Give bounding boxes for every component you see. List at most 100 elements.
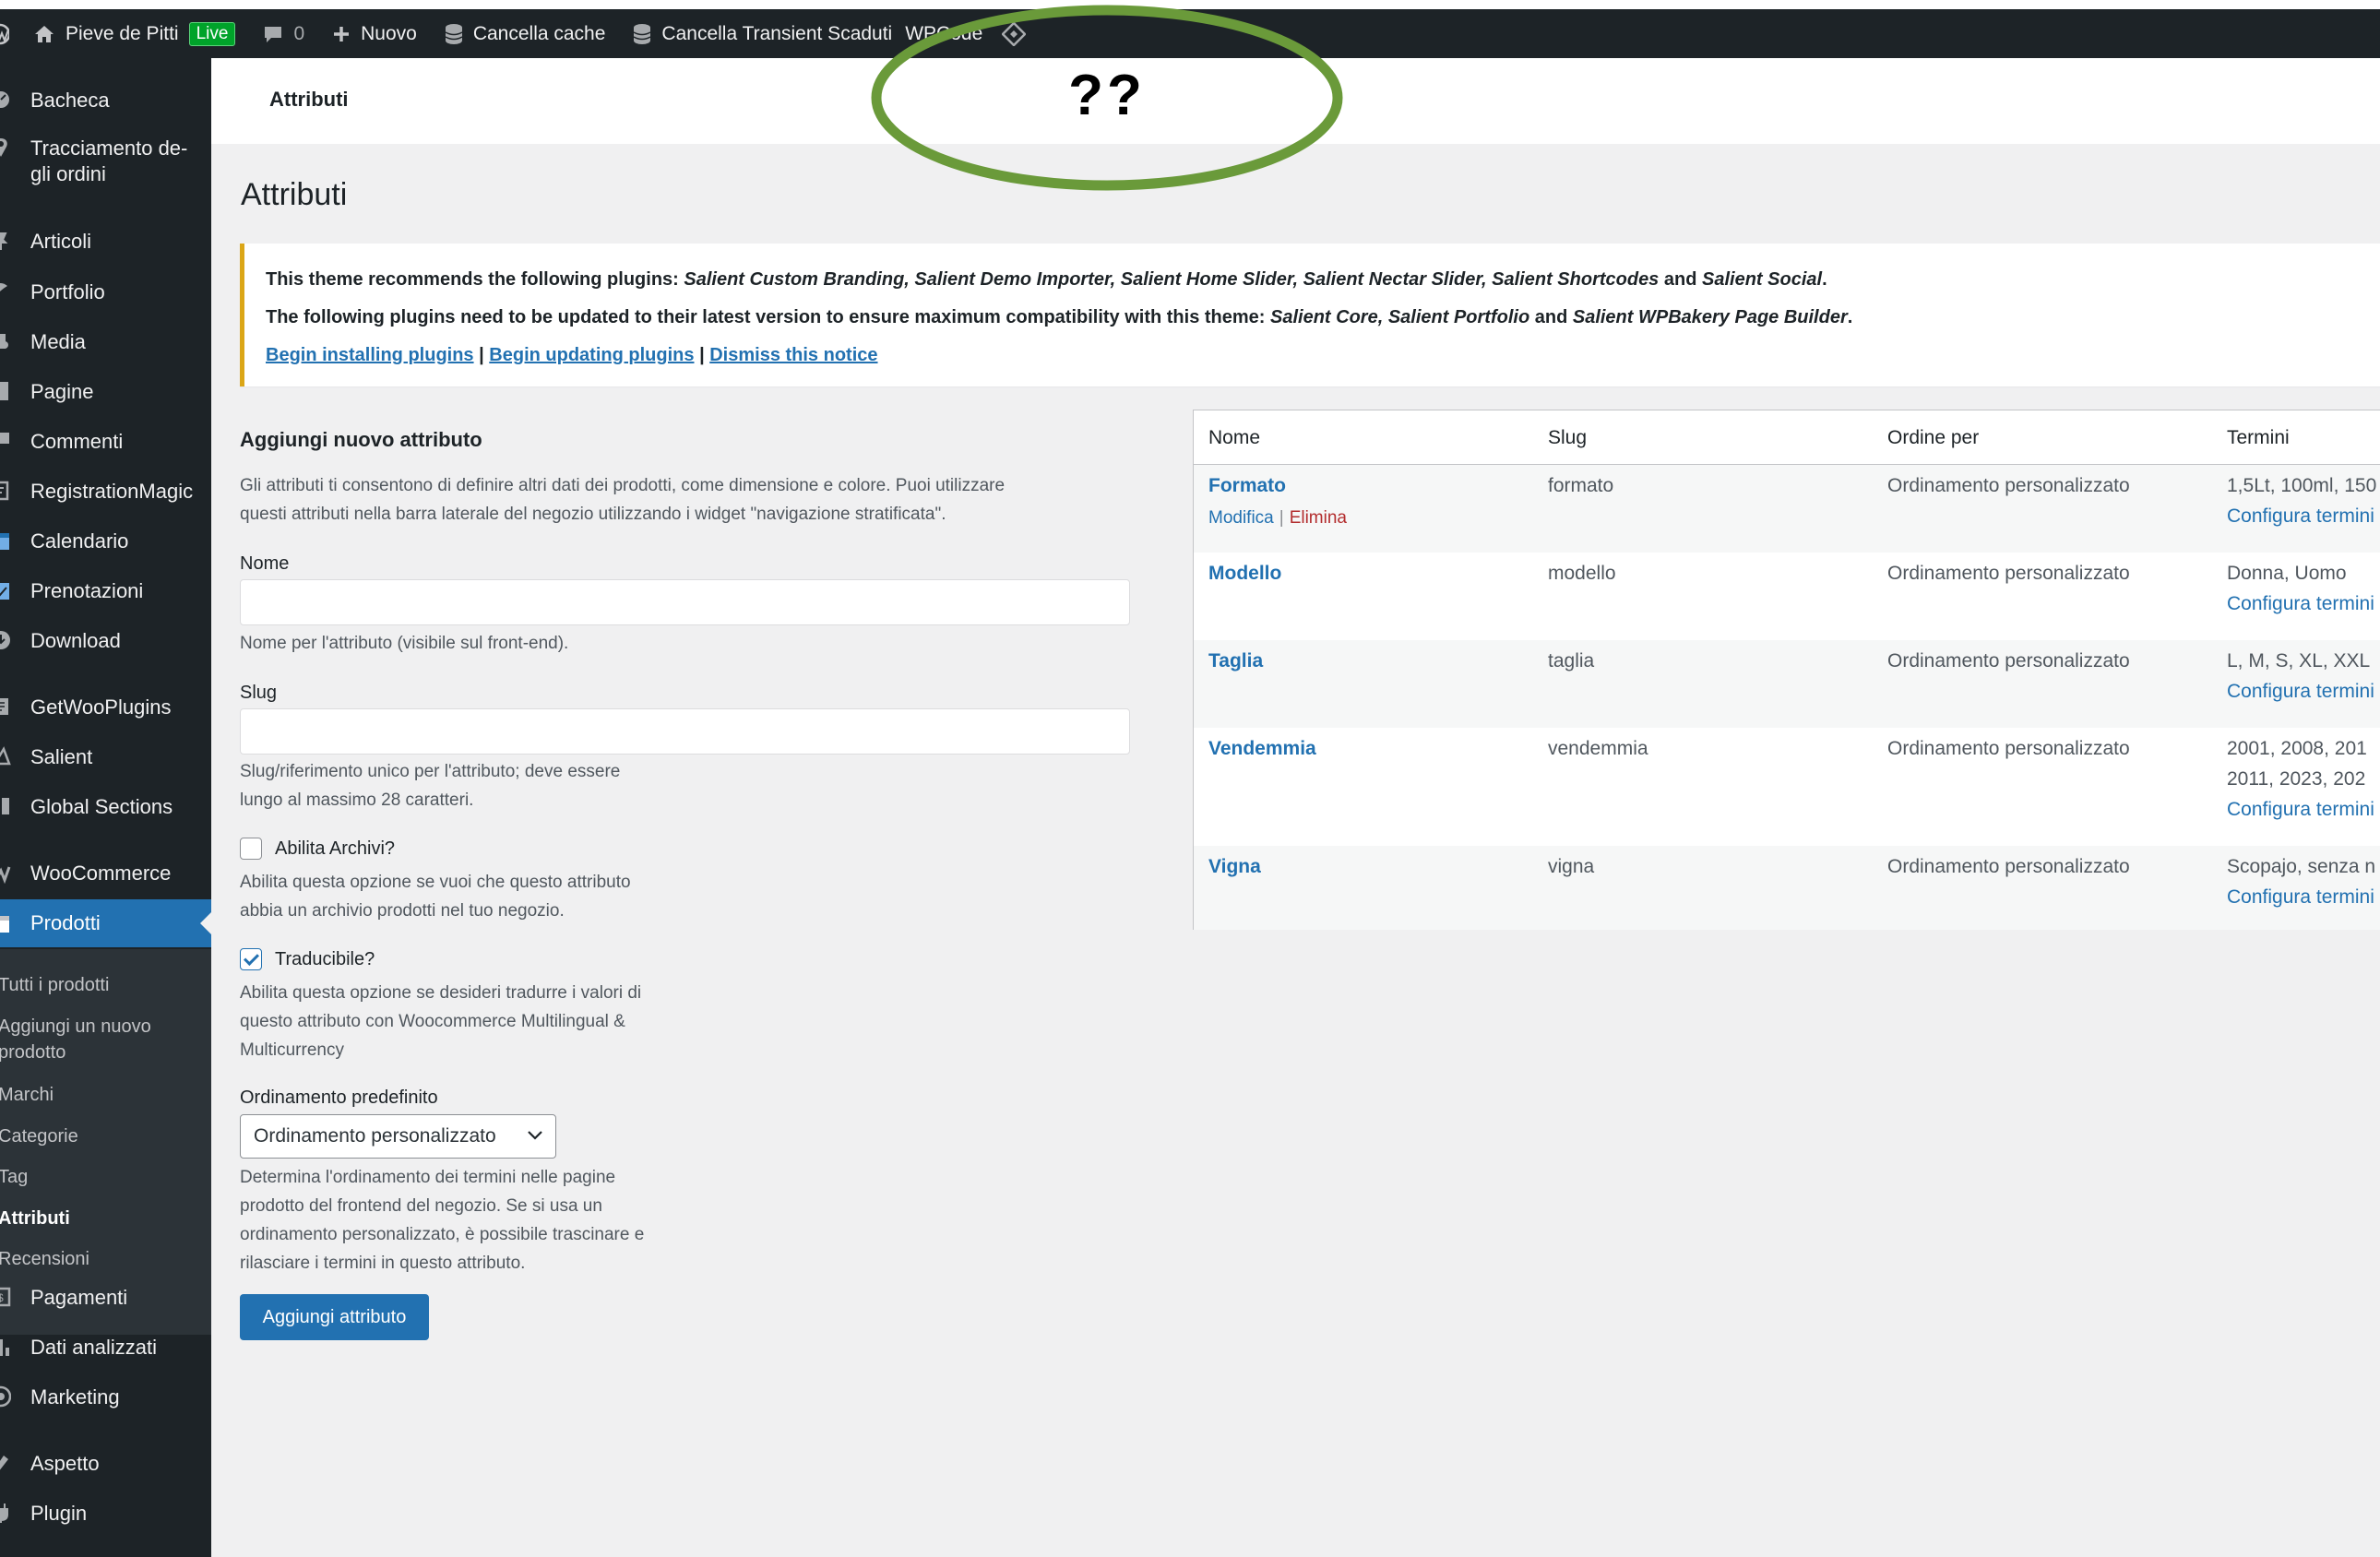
submenu-item-categorie[interactable]: Categorie bbox=[0, 1123, 78, 1149]
page-title: Attributi bbox=[241, 177, 348, 212]
configure-terms-link[interactable]: Configura termini bbox=[2227, 794, 2374, 825]
translatable-checkbox[interactable] bbox=[240, 948, 262, 970]
configure-terms-link[interactable]: Configura termini bbox=[2227, 676, 2374, 707]
notice-and-word: and bbox=[1534, 307, 1568, 327]
attribute-name-link[interactable]: Formato bbox=[1208, 470, 1286, 501]
sidebar-item-prodotti[interactable]: Prodotti bbox=[0, 899, 211, 947]
configure-terms-link[interactable]: Configura termini bbox=[2227, 588, 2374, 619]
submenu-item-attributi[interactable]: Attributi bbox=[0, 1206, 70, 1231]
form-intro-line: questi attributi nella barra laterale de… bbox=[240, 505, 946, 524]
submenu-item-recensioni[interactable]: Recensioni bbox=[0, 1246, 89, 1272]
clear-transients-link[interactable]: Cancella Transient Scaduti bbox=[633, 23, 892, 45]
sidebar-item-getwooplugins[interactable]: GetWooPlugins bbox=[0, 695, 211, 724]
row-actions: Modifica | Elimina bbox=[1208, 508, 1347, 529]
notice-line-recommend: This theme recommends the following plug… bbox=[266, 269, 1827, 290]
sidebar-item-pagamenti[interactable]: $ Pagamenti bbox=[0, 1285, 211, 1314]
payments-icon: $ bbox=[0, 1287, 11, 1307]
slug-help: Slug/riferimento unico per l'attributo; … bbox=[240, 762, 621, 781]
comments-count: 0 bbox=[293, 22, 305, 44]
plugin-icon bbox=[0, 698, 8, 715]
slug-input[interactable] bbox=[240, 708, 1130, 755]
sidebar-item-label: Calendario bbox=[30, 529, 129, 553]
attribute-terms: Scopajo, senza n bbox=[2227, 856, 2376, 877]
attribute-order: Ordinamento personalizzato bbox=[1887, 475, 2130, 496]
enable-archives-checkbox[interactable] bbox=[240, 838, 262, 860]
attribute-name-link[interactable]: Modello bbox=[1208, 558, 1281, 588]
form-heading: Aggiungi nuovo attributo bbox=[240, 428, 482, 451]
media-icon bbox=[0, 334, 8, 349]
table-row: Vigna vigna Ordinamento personalizzato S… bbox=[1194, 846, 2380, 930]
clear-cache-link[interactable]: Cancella cache bbox=[445, 23, 605, 45]
sidebar-item-tracciamento-de[interactable]: Tracciamento de-gli ordini bbox=[0, 136, 211, 189]
attribute-name-link[interactable]: Vendemmia bbox=[1208, 733, 1316, 764]
sidebar-item-aspetto[interactable]: Aspetto bbox=[0, 1451, 211, 1480]
form-intro-line: Gli attributi ti consentono di definire … bbox=[240, 476, 1006, 495]
dashboard-icon bbox=[0, 91, 9, 108]
sidebar-item-marketing[interactable]: Marketing bbox=[0, 1385, 211, 1414]
attribute-order: Ordinamento personalizzato bbox=[1887, 738, 2130, 759]
notice-and-word: and bbox=[1663, 269, 1697, 290]
sidebar-item-label: Plugin bbox=[30, 1502, 88, 1525]
comments-link[interactable]: 0 bbox=[263, 23, 304, 45]
sidebar-item-commenti[interactable]: Commenti bbox=[0, 429, 211, 458]
delete-link[interactable]: Elimina bbox=[1290, 508, 1347, 528]
new-content-link[interactable]: Nuovo bbox=[332, 23, 417, 45]
edit-link[interactable]: Modifica bbox=[1208, 508, 1274, 528]
sidebar-item-label: Download bbox=[30, 629, 121, 652]
site-name: Pieve de Pitti bbox=[65, 22, 179, 44]
live-badge: Live bbox=[188, 21, 236, 46]
site-name-link[interactable]: Pieve de Pitti Live bbox=[33, 21, 236, 46]
sidebar-item-label: Portfolio bbox=[30, 280, 105, 303]
column-header-name[interactable]: Nome bbox=[1208, 427, 1260, 449]
archives-help: abbia un archivio prodotti nel tuo negoz… bbox=[240, 901, 565, 921]
annotation-oval: ?? bbox=[867, 0, 1347, 196]
begin-updating-link[interactable]: Begin updating plugins bbox=[489, 345, 694, 365]
name-input[interactable] bbox=[240, 579, 1130, 625]
sidebar-item-media[interactable]: Media bbox=[0, 329, 211, 359]
submenu-item-tutti-i-prodotti[interactable]: Tutti i prodotti bbox=[0, 972, 109, 998]
sidebar-item-calendario[interactable]: Calendario bbox=[0, 529, 211, 558]
add-attribute-button[interactable]: Aggiungi attributo bbox=[240, 1294, 429, 1340]
translatable-help: Abilita questa opzione se desideri tradu… bbox=[240, 983, 642, 1003]
attribute-slug: formato bbox=[1548, 475, 1614, 496]
row-action-separator: | bbox=[1279, 508, 1284, 528]
sidebar-item-download[interactable]: Download bbox=[0, 628, 211, 658]
column-header-terms[interactable]: Termini bbox=[2227, 427, 2290, 449]
dismiss-notice-link[interactable]: Dismiss this notice bbox=[709, 345, 877, 365]
configure-terms-link[interactable]: Configura termini bbox=[2227, 882, 2374, 912]
sidebar-item-woocommerce[interactable]: WooCommerce bbox=[0, 861, 211, 890]
configure-terms-link[interactable]: Configura termini bbox=[2227, 501, 2374, 531]
attribute-slug: modello bbox=[1548, 563, 1616, 584]
sidebar-item-global-sections[interactable]: Global Sections bbox=[0, 794, 211, 824]
comment-icon bbox=[0, 433, 9, 444]
wordpress-logo-icon[interactable] bbox=[0, 22, 9, 46]
sidebar-item-dati-analizzati[interactable]: Dati analizzati bbox=[0, 1335, 211, 1364]
sidebar-item-salient[interactable]: Salient bbox=[0, 744, 211, 774]
attribute-name-link[interactable]: Vigna bbox=[1208, 851, 1261, 882]
slug-help: lungo al massimo 28 caratteri. bbox=[240, 790, 474, 810]
sidebar-item-portfolio[interactable]: Portfolio bbox=[0, 279, 211, 309]
sidebar-item-prenotazioni[interactable]: Prenotazioni bbox=[0, 578, 211, 608]
sidebar-item-registrationmagic[interactable]: RegistrationMagic bbox=[0, 479, 211, 508]
column-header-order[interactable]: Ordine per bbox=[1887, 427, 1979, 449]
submenu-item-label: Tutti i prodotti bbox=[0, 975, 110, 995]
submenu-item-aggiungi-un-nuovo[interactable]: Aggiungi un nuovo prodotto bbox=[0, 1014, 151, 1065]
sidebar-item-pagine[interactable]: Pagine bbox=[0, 379, 211, 409]
submenu-item-marchi[interactable]: Marchi bbox=[0, 1082, 54, 1108]
attribute-name-link[interactable]: Taglia bbox=[1208, 646, 1263, 676]
column-header-slug[interactable]: Slug bbox=[1548, 427, 1587, 449]
sidebar-item-articoli[interactable]: Articoli bbox=[0, 229, 211, 258]
begin-installing-link[interactable]: Begin installing plugins bbox=[266, 345, 474, 365]
submenu-item-label: Recensioni bbox=[0, 1249, 89, 1269]
sidebar-item-plugin[interactable]: Plugin bbox=[0, 1501, 211, 1530]
theme-plugins-notice: This theme recommends the following plug… bbox=[240, 244, 2380, 386]
sidebar-item-bacheca[interactable]: Bacheca bbox=[0, 88, 211, 117]
attribute-terms: L, M, S, XL, XXL bbox=[2227, 650, 2371, 672]
default-order-select[interactable]: Ordinamento personalizzato bbox=[240, 1114, 556, 1159]
submenu-item-tag[interactable]: Tag bbox=[0, 1164, 28, 1190]
clear-transients-label: Cancella Transient Scaduti bbox=[661, 22, 893, 44]
form-icon bbox=[0, 481, 9, 501]
sidebar-item-label: WooCommerce bbox=[30, 862, 172, 885]
notice-line-update: The following plugins need to be updated… bbox=[266, 307, 1853, 327]
table-row: Formato Modifica | Elimina formato Ordinam… bbox=[1194, 465, 2380, 553]
